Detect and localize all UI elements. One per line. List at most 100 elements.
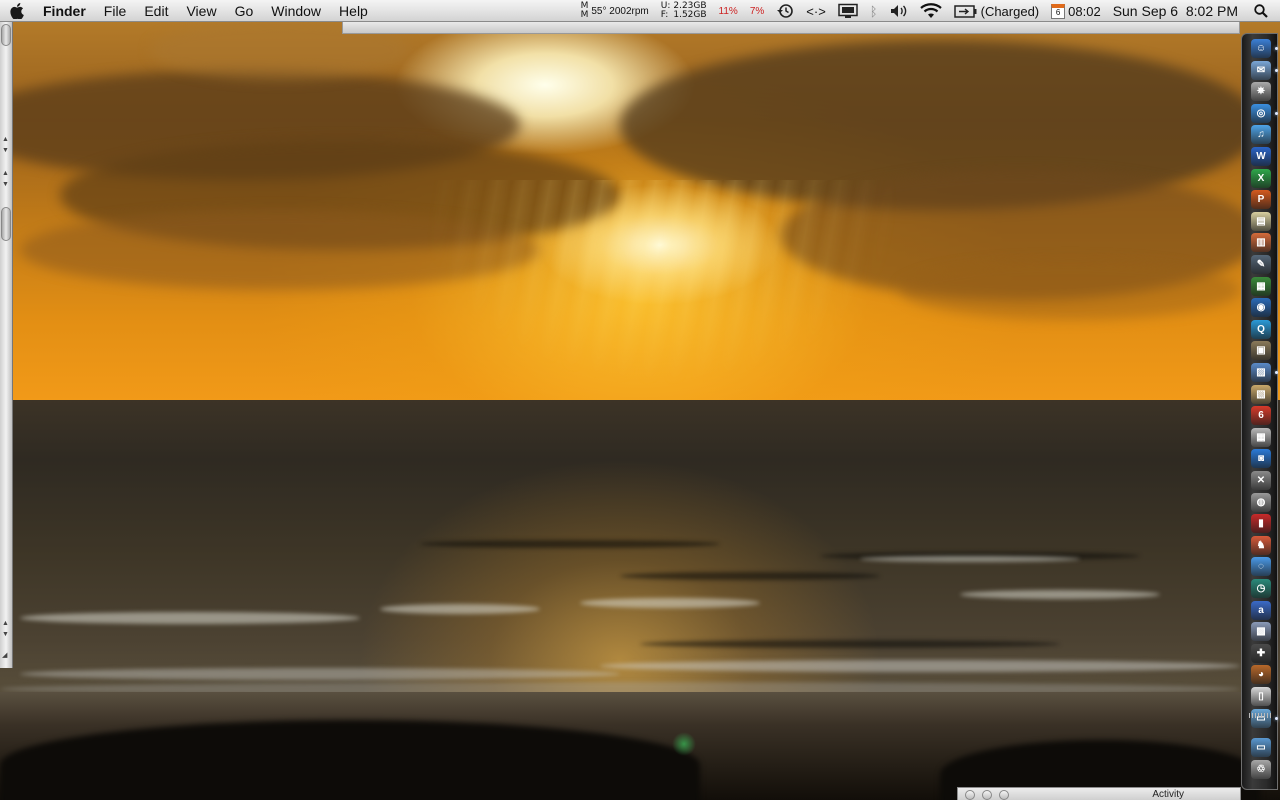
globe-icon[interactable]: ◉ bbox=[1251, 298, 1271, 318]
mem-free-label: F: bbox=[660, 10, 669, 20]
chess-icon[interactable]: ♞ bbox=[1251, 535, 1271, 555]
folder-icon[interactable]: ▭ bbox=[1251, 708, 1271, 728]
safari-icon[interactable]: ◎ bbox=[1251, 103, 1271, 123]
excel-icon[interactable]: X bbox=[1251, 168, 1271, 188]
wave bbox=[860, 556, 1080, 562]
menu-app-finder[interactable]: Finder bbox=[34, 0, 95, 22]
battery-charged-label: (Charged) bbox=[980, 3, 1040, 19]
mail-icon[interactable]: ✉ bbox=[1251, 60, 1271, 80]
chart-icon[interactable]: ▦ bbox=[1251, 276, 1271, 296]
wave bbox=[620, 572, 880, 580]
cpu-monitor[interactable]: 11% 7% bbox=[713, 0, 771, 22]
running-indicator bbox=[1275, 716, 1278, 720]
wave bbox=[20, 668, 620, 680]
apple-menu-icon[interactable] bbox=[0, 0, 34, 22]
wave bbox=[20, 612, 360, 624]
wifi-icon[interactable] bbox=[914, 0, 948, 22]
running-indicator bbox=[1275, 68, 1278, 72]
tools-icon[interactable]: ✕ bbox=[1251, 471, 1271, 490]
background-window-edge[interactable] bbox=[342, 22, 1240, 34]
calendar-clock[interactable]: 6 08:02 bbox=[1045, 0, 1107, 22]
wave bbox=[640, 640, 1060, 648]
resize-grip[interactable]: ◢ bbox=[2, 652, 7, 659]
wave bbox=[580, 598, 760, 608]
trash-icon[interactable]: ♲ bbox=[1251, 759, 1271, 779]
left-window-scrollbar[interactable]: ▲ ▼ ▲ ▼ ▲ ▼ ◢ bbox=[0, 22, 13, 668]
scroll-down-arrow[interactable]: ▼ bbox=[2, 631, 9, 638]
calendar-icon: 6 bbox=[1051, 3, 1066, 19]
calendar-icon[interactable]: 6 bbox=[1251, 406, 1271, 426]
calculator-icon[interactable]: ▦ bbox=[1251, 427, 1271, 447]
menu-bar: Finder File Edit View Go Window Help M M… bbox=[0, 0, 1280, 22]
menu-go[interactable]: Go bbox=[226, 0, 263, 22]
network-sync-icon[interactable]: <·> bbox=[800, 0, 832, 22]
coffee-icon[interactable]: ◕ bbox=[1251, 665, 1271, 685]
document-icon[interactable]: ▯ bbox=[1251, 687, 1271, 706]
cpu-core-2: 7% bbox=[749, 5, 765, 17]
display-mirror-icon[interactable] bbox=[832, 0, 864, 22]
scroll-up-arrow[interactable]: ▲ bbox=[2, 620, 9, 627]
scroll-knob[interactable] bbox=[1, 207, 11, 241]
scroll-up-arrow[interactable]: ▲ bbox=[2, 170, 9, 177]
sea bbox=[0, 400, 1280, 700]
word-icon[interactable]: W bbox=[1251, 147, 1271, 166]
running-indicator bbox=[1275, 371, 1278, 374]
desktop-wallpaper bbox=[0, 0, 1280, 800]
menu-view[interactable]: View bbox=[177, 0, 225, 22]
compass-icon[interactable]: ✵ bbox=[1251, 82, 1271, 102]
scroll-knob[interactable] bbox=[1, 24, 11, 46]
menu-clock[interactable]: Sun Sep 6 8:02 PM bbox=[1107, 0, 1244, 22]
running-indicator bbox=[1275, 111, 1278, 115]
menu-window[interactable]: Window bbox=[262, 0, 330, 22]
memory-monitor[interactable]: U: F: 2.23GB 1.52GB bbox=[655, 0, 713, 22]
bluetooth-icon[interactable]: ᛒ bbox=[864, 0, 884, 22]
mem-free-value: 1.52GB bbox=[673, 10, 707, 20]
clipboard-icon[interactable]: ▥ bbox=[1251, 233, 1271, 253]
photo-icon[interactable]: ▣ bbox=[1251, 341, 1271, 361]
scroll-up-arrow[interactable]: ▲ bbox=[2, 136, 9, 143]
wave bbox=[380, 604, 540, 614]
activity-window[interactable]: Activity bbox=[957, 787, 1241, 800]
scroll-down-arrow[interactable]: ▼ bbox=[2, 147, 9, 154]
battery-status[interactable]: (Charged) bbox=[948, 0, 1046, 22]
powerpoint-icon[interactable]: P bbox=[1251, 190, 1271, 210]
chat-icon[interactable]: ◌ bbox=[1251, 557, 1271, 577]
notes-icon[interactable]: ▤ bbox=[1251, 211, 1271, 231]
clock-short: 08:02 bbox=[1068, 3, 1101, 19]
temp-label-bottom: M bbox=[580, 10, 589, 20]
menu-file[interactable]: File bbox=[95, 0, 136, 22]
itunes-icon[interactable]: ♫ bbox=[1251, 125, 1271, 145]
volume-icon[interactable] bbox=[884, 0, 914, 22]
sun-rays bbox=[380, 180, 940, 405]
utility-icon[interactable]: ✚ bbox=[1251, 643, 1271, 663]
lens-flare bbox=[672, 732, 696, 756]
time-machine-menu-icon[interactable] bbox=[770, 0, 800, 22]
downloads-folder-icon[interactable]: ▭ bbox=[1251, 738, 1271, 758]
disk-utility-icon[interactable]: ◍ bbox=[1251, 492, 1271, 512]
window-title: Activity bbox=[1152, 789, 1184, 800]
amazon-icon[interactable]: a bbox=[1251, 600, 1271, 620]
camera-icon[interactable]: ◙ bbox=[1251, 449, 1271, 469]
dock: ☺ ✉ ✵ ◎ ♫ W X P ▤ ▥ ✎ ▦ ◉ Q ▣ ▨ ▧ 6 ▦ ◙ ✕ ◍ ▮ ♞ ◌ ◷ a ▩ ✚ ◕ ▯ ▭ ▭ ♲ bbox=[1241, 33, 1278, 790]
scroll-icon[interactable]: ▧ bbox=[1251, 384, 1271, 404]
quicktime-icon[interactable]: Q bbox=[1251, 319, 1271, 339]
spotlight-search-icon[interactable] bbox=[1244, 0, 1280, 22]
feather-icon[interactable]: ✎ bbox=[1251, 255, 1271, 274]
iphoto-icon[interactable]: ▨ bbox=[1251, 363, 1271, 382]
battery-icon bbox=[953, 4, 977, 18]
menu-edit[interactable]: Edit bbox=[135, 0, 177, 22]
temp-fan-reading: 55° 2002rpm bbox=[591, 5, 649, 17]
menu-extras: M M 55° 2002rpm U: F: 2.23GB 1.52GB 11% … bbox=[575, 0, 1280, 22]
temperature-monitor[interactable]: M M 55° 2002rpm bbox=[575, 0, 655, 22]
time-machine-icon[interactable]: ◷ bbox=[1251, 579, 1271, 598]
book-icon[interactable]: ▮ bbox=[1251, 514, 1271, 534]
dock-separator bbox=[1249, 713, 1273, 718]
running-indicator bbox=[1275, 47, 1278, 50]
cpu-core-1: 11% bbox=[718, 5, 738, 17]
finder-icon[interactable]: ☺ bbox=[1251, 39, 1271, 58]
scroll-down-arrow[interactable]: ▼ bbox=[2, 181, 9, 188]
menu-help[interactable]: Help bbox=[330, 0, 377, 22]
wave bbox=[420, 540, 720, 548]
preview-icon[interactable]: ▩ bbox=[1251, 622, 1271, 642]
dune-grass bbox=[0, 720, 700, 800]
